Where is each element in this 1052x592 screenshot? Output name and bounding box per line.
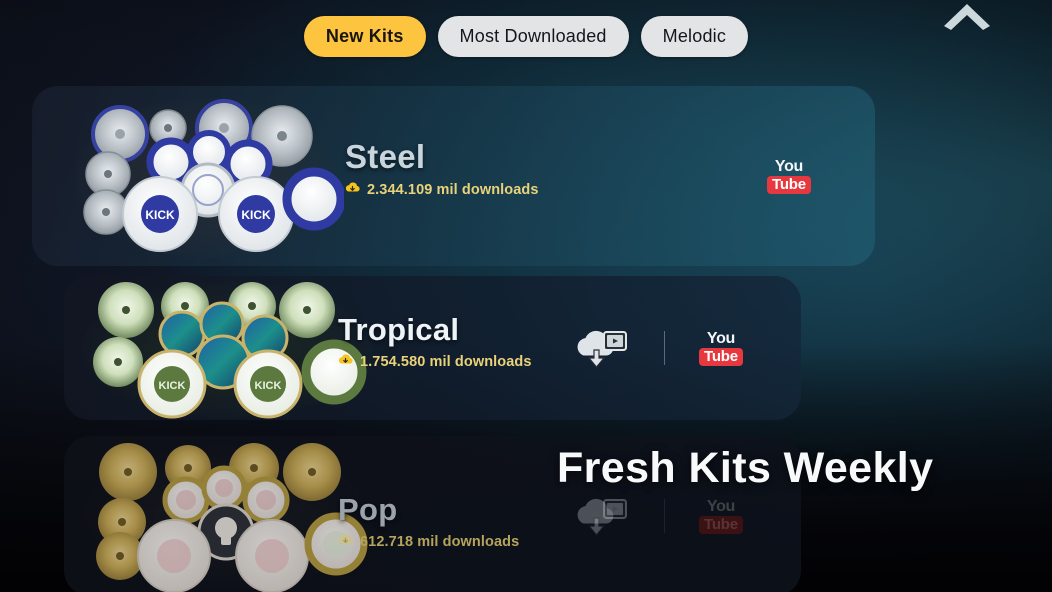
kit-downloads-text: 2.344.109 mil downloads xyxy=(367,181,539,198)
kit-title: Pop xyxy=(338,492,398,527)
kit-downloads-row: 612.718 mil downloads xyxy=(338,533,519,551)
cloud-download-video-icon[interactable] xyxy=(574,326,630,370)
kit-actions-steel: You Tube xyxy=(767,86,811,266)
svg-text:KICK: KICK xyxy=(159,380,186,392)
kit-card-steel[interactable]: KICK KICK Steel 2.344.109 mil downloads … xyxy=(32,86,875,266)
kit-title: Tropical xyxy=(338,312,460,347)
tab-melodic[interactable]: Melodic xyxy=(640,16,749,57)
cloud-download-icon xyxy=(338,353,353,371)
youtube-icon[interactable]: You Tube xyxy=(767,157,811,194)
youtube-icon[interactable]: You Tube xyxy=(699,497,743,534)
kit-info-steel: Steel 2.344.109 mil downloads xyxy=(345,138,539,199)
kit-info-tropical: Tropical 1.754.580 mil downloads xyxy=(338,312,532,371)
youtube-tube-text: Tube xyxy=(699,515,743,534)
cloud-download-video-icon[interactable] xyxy=(574,494,630,538)
chevron-up-icon[interactable] xyxy=(937,0,997,32)
youtube-you-text: You xyxy=(774,157,804,175)
tab-most-downloaded[interactable]: Most Downloaded xyxy=(437,16,629,57)
kit-artwork-tropical: KICK KICK xyxy=(82,276,372,420)
kit-downloads-row: 1.754.580 mil downloads xyxy=(338,353,532,371)
cloud-download-icon xyxy=(345,181,360,199)
kit-card-tropical[interactable]: KICK KICK Tropical 1.754.580 mil downloa… xyxy=(64,276,801,420)
kit-downloads-text: 1.754.580 mil downloads xyxy=(360,353,532,370)
svg-text:KICK: KICK xyxy=(255,380,282,392)
kit-downloads-text: 612.718 mil downloads xyxy=(360,533,520,550)
kit-info-pop: Pop 612.718 mil downloads xyxy=(338,492,519,551)
svg-text:KICK: KICK xyxy=(145,208,175,222)
action-divider xyxy=(664,499,665,533)
hero-headline: Fresh Kits Weekly xyxy=(557,444,934,492)
youtube-tube-text: Tube xyxy=(699,347,743,366)
cloud-download-icon xyxy=(338,533,353,551)
kit-downloads-row: 2.344.109 mil downloads xyxy=(345,181,539,199)
kit-artwork-steel: KICK KICK xyxy=(76,86,344,266)
category-tabs: New Kits Most Downloaded Melodic xyxy=(0,16,1052,57)
youtube-tube-text: Tube xyxy=(767,175,811,194)
chevron-up-glyph xyxy=(944,4,990,30)
action-divider xyxy=(664,331,665,365)
youtube-icon[interactable]: You Tube xyxy=(699,329,743,366)
svg-text:KICK: KICK xyxy=(241,208,271,222)
youtube-you-text: You xyxy=(706,497,736,515)
kit-title: Steel xyxy=(345,138,426,175)
kit-actions-tropical: You Tube xyxy=(574,276,743,420)
youtube-you-text: You xyxy=(706,329,736,347)
tab-new-kits[interactable]: New Kits xyxy=(303,16,426,57)
kit-artwork-pop xyxy=(82,436,372,592)
